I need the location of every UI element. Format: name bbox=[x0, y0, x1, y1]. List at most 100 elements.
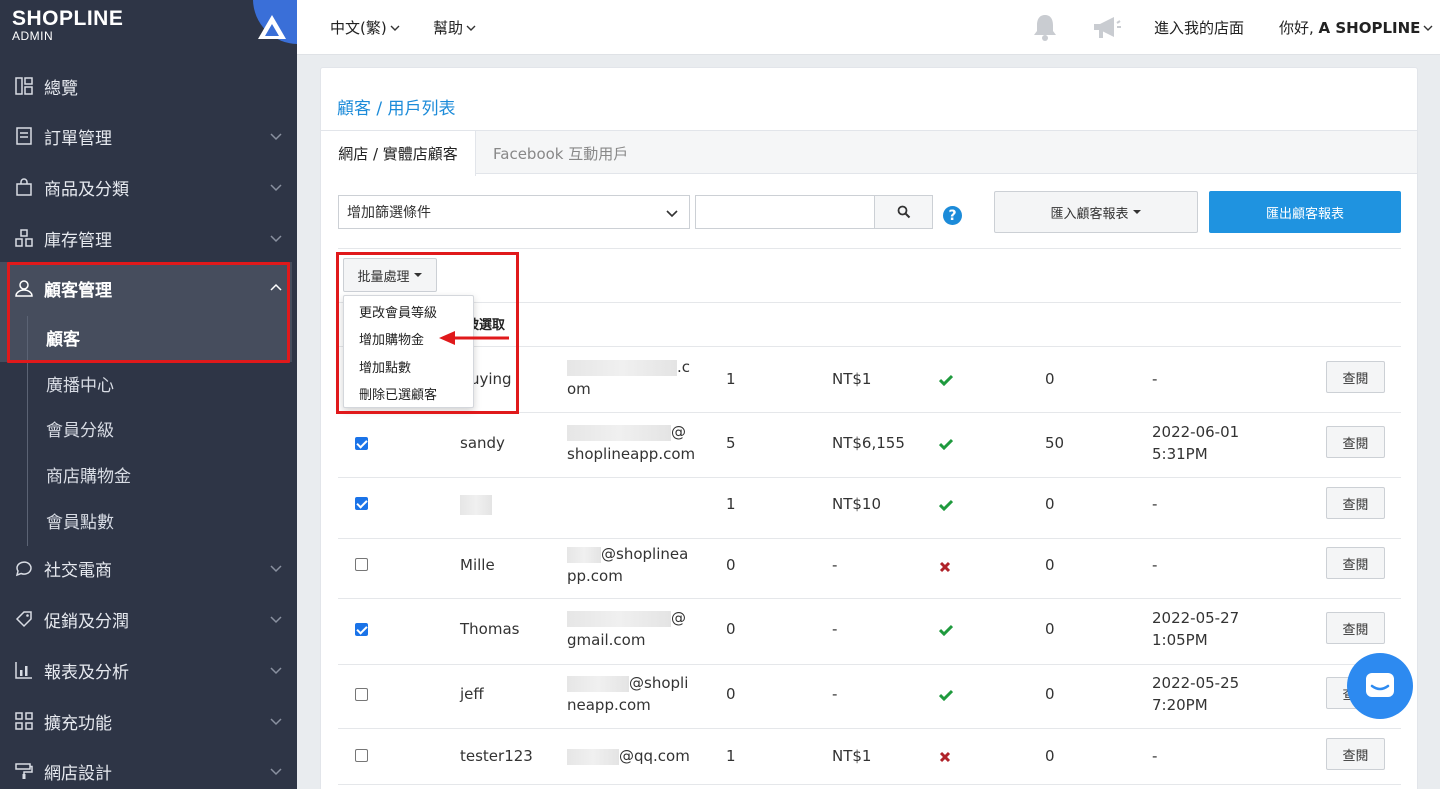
tab-store-customers[interactable]: 網店 / 實體店顧客 bbox=[321, 131, 476, 176]
order-count: 0 bbox=[726, 556, 736, 574]
filter-select[interactable]: 增加篩選條件 bbox=[338, 195, 690, 229]
order-count: 0 bbox=[726, 685, 736, 703]
bag-icon bbox=[16, 178, 32, 196]
enter-store-link[interactable]: 進入我的店面 bbox=[1154, 17, 1244, 38]
sidebar-subitem-broadcast[interactable]: 廣播中心 bbox=[46, 363, 114, 403]
customer-name: tester123 bbox=[460, 747, 533, 765]
row-checkbox[interactable] bbox=[355, 688, 368, 701]
menu-item-change-tier[interactable]: 更改會員等級 bbox=[359, 302, 437, 321]
search-button[interactable] bbox=[874, 195, 933, 229]
check-icon bbox=[939, 374, 953, 386]
points: 0 bbox=[1045, 685, 1055, 703]
sidebar: SHOPLINE ADMIN 總覽 訂單管理 商品及分類 庫存管理 顧客管理 顧… bbox=[0, 0, 297, 789]
help-icon[interactable]: ? bbox=[943, 206, 962, 225]
sidebar-item-inventory[interactable]: 庫存管理 bbox=[0, 213, 297, 263]
sidebar-subitem-membership-tiers[interactable]: 會員分級 bbox=[46, 408, 114, 448]
order-count: 1 bbox=[726, 495, 736, 513]
bulk-actions-button[interactable]: 批量處理 bbox=[343, 258, 437, 292]
customer-name: jeff bbox=[460, 685, 484, 703]
order-total: - bbox=[832, 556, 838, 574]
email-line2: shoplineapp.com bbox=[567, 445, 696, 463]
row-checkbox[interactable] bbox=[355, 497, 368, 510]
email-line2: om bbox=[567, 380, 591, 398]
view-button[interactable]: 查閱 bbox=[1326, 612, 1385, 644]
language-label: 中文(繁) bbox=[330, 19, 387, 37]
redacted bbox=[567, 610, 671, 627]
last-date: 2022-05-25 7:20PM bbox=[1152, 672, 1239, 716]
chat-widget-button[interactable] bbox=[1347, 653, 1413, 719]
tab-facebook-users[interactable]: Facebook 互動用戶 bbox=[493, 131, 628, 175]
sidebar-item-label: 報表及分析 bbox=[44, 662, 129, 683]
order-total: NT$1 bbox=[832, 747, 872, 765]
redacted bbox=[567, 424, 671, 441]
user-menu[interactable]: 你好, A SHOPLINE bbox=[1279, 17, 1433, 38]
menu-item-delete-customers[interactable]: 刪除已選顧客 bbox=[359, 384, 437, 403]
view-button[interactable]: 查閱 bbox=[1326, 547, 1385, 579]
points: 0 bbox=[1045, 495, 1055, 513]
sidebar-item-reports[interactable]: 報表及分析 bbox=[0, 645, 297, 695]
row-checkbox[interactable] bbox=[355, 749, 368, 762]
tag-icon bbox=[15, 611, 32, 628]
help-dropdown[interactable]: 幫助 bbox=[433, 17, 476, 38]
row-checkbox[interactable] bbox=[355, 437, 368, 450]
language-dropdown[interactable]: 中文(繁) bbox=[330, 17, 400, 38]
email-line1: @shoplinea bbox=[601, 545, 689, 563]
brand-name: SHOPLINE bbox=[12, 7, 124, 30]
sidebar-subitem-store-credits[interactable]: 商店購物金 bbox=[46, 454, 131, 494]
greeting-prefix: 你好, bbox=[1279, 19, 1319, 37]
export-customers-button[interactable]: 匯出顧客報表 bbox=[1209, 191, 1401, 233]
chevron-down-icon bbox=[390, 25, 400, 31]
row-checkbox[interactable] bbox=[355, 623, 368, 636]
table-row: Thomas @ gmail.com 0 - 0 2022-05-27 1:05PM… bbox=[338, 599, 1401, 664]
sidebar-item-orders[interactable]: 訂單管理 bbox=[0, 111, 297, 161]
chat-icon bbox=[15, 561, 32, 577]
menu-item-add-points[interactable]: 增加點數 bbox=[359, 357, 411, 376]
megaphone-icon[interactable] bbox=[1092, 15, 1122, 41]
chevron-down-icon bbox=[270, 616, 282, 624]
chevron-down-icon bbox=[270, 768, 282, 776]
chevron-down-icon bbox=[270, 718, 282, 726]
email-line2: gmail.com bbox=[567, 631, 646, 649]
chevron-down-icon bbox=[466, 25, 476, 31]
search-input[interactable] bbox=[695, 195, 875, 229]
divider bbox=[338, 302, 1401, 303]
last-date: - bbox=[1152, 495, 1158, 513]
inventory-icon bbox=[15, 229, 33, 247]
points: 0 bbox=[1045, 556, 1055, 574]
last-date: - bbox=[1152, 556, 1158, 574]
sidebar-item-apps[interactable]: 擴充功能 bbox=[0, 696, 297, 746]
sidebar-subitem-member-points[interactable]: 會員點數 bbox=[46, 500, 114, 540]
breadcrumb[interactable]: 顧客 / 用戶列表 bbox=[337, 94, 456, 119]
logo[interactable]: SHOPLINE ADMIN bbox=[12, 8, 123, 48]
brand-sub: ADMIN bbox=[12, 29, 54, 43]
row-checkbox[interactable] bbox=[355, 558, 368, 571]
table-row: 1 NT$10 0 - 查閱 bbox=[338, 478, 1401, 539]
menu-item-add-credits[interactable]: 增加購物金 bbox=[359, 329, 424, 348]
date-line2: 7:20PM bbox=[1152, 696, 1208, 714]
last-date: - bbox=[1152, 747, 1158, 765]
chevron-down-icon bbox=[270, 184, 282, 192]
customer-name bbox=[460, 493, 492, 515]
view-button[interactable]: 查閱 bbox=[1326, 361, 1385, 393]
redacted bbox=[567, 675, 629, 692]
redacted bbox=[567, 748, 619, 765]
sidebar-item-products[interactable]: 商品及分類 bbox=[0, 162, 297, 212]
view-button[interactable]: 查閱 bbox=[1326, 426, 1385, 458]
bell-icon[interactable] bbox=[1032, 13, 1058, 41]
last-date: - bbox=[1152, 370, 1158, 388]
logo-corner bbox=[253, 0, 297, 44]
sidebar-item-store-design[interactable]: 網店設計 bbox=[0, 746, 297, 789]
customer-name: Mille bbox=[460, 556, 495, 574]
points: 50 bbox=[1045, 434, 1065, 452]
view-button[interactable]: 查閱 bbox=[1326, 487, 1385, 519]
sidebar-item-overview[interactable]: 總覽 bbox=[0, 61, 297, 111]
email-line1: .c bbox=[677, 358, 691, 376]
order-count: 1 bbox=[726, 747, 736, 765]
sidebar-item-promotions[interactable]: 促銷及分潤 bbox=[0, 594, 297, 644]
date-line1: 2022-06-01 bbox=[1152, 423, 1240, 441]
view-button[interactable]: 查閱 bbox=[1326, 738, 1385, 770]
sidebar-item-social-commerce[interactable]: 社交電商 bbox=[0, 543, 297, 593]
import-label: 匯入顧客報表 bbox=[1050, 206, 1129, 222]
table-row: jeff @shopli neapp.com 0 - 0 2022-05-25 7:… bbox=[338, 665, 1401, 728]
import-customers-button[interactable]: 匯入顧客報表 bbox=[994, 191, 1198, 233]
